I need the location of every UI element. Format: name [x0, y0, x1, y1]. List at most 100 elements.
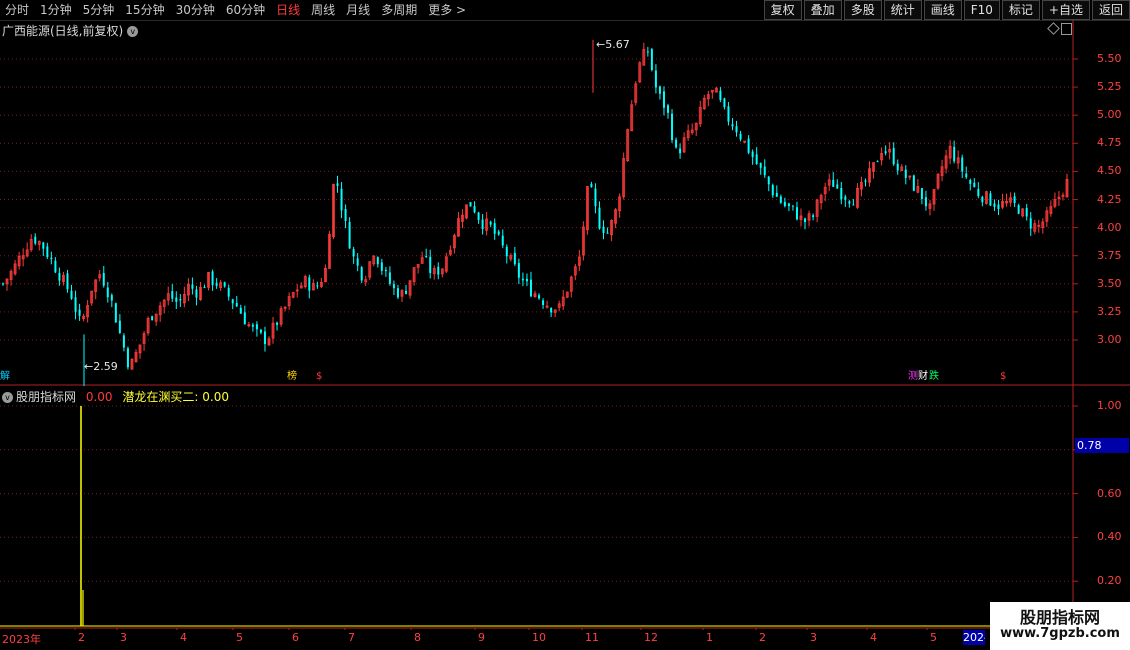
period-tab-9[interactable]: 多周期	[376, 0, 423, 20]
candle-body-down	[70, 290, 73, 299]
candle-body-down	[755, 154, 758, 164]
candle-body-down	[767, 176, 770, 185]
period-tab-7[interactable]: 周线	[306, 0, 341, 20]
candle-body-down	[973, 182, 976, 188]
candle-body-down	[771, 185, 774, 196]
period-tab-10[interactable]: 更多 >	[423, 0, 472, 20]
candle-body-down	[876, 161, 879, 163]
indicator-series2: 潜龙在渊买二: 0.00	[122, 390, 229, 404]
candle-body-down	[775, 192, 778, 197]
candle-body-down	[388, 272, 391, 284]
price-tick-label: 5.25	[1097, 80, 1122, 94]
tool-button-2[interactable]: 多股	[843, 0, 882, 20]
date-label: 2023年	[2, 633, 41, 646]
tool-button-7[interactable]: +自选	[1041, 0, 1090, 20]
candle-body-down	[529, 279, 532, 297]
candle-body-down	[852, 204, 855, 206]
tool-button-1[interactable]: 叠加	[803, 0, 842, 20]
date-label: 12	[644, 631, 658, 644]
date-label: 11	[585, 631, 599, 644]
toolbar: 分时 1分钟 5分钟 15分钟 30分钟 60分钟 日线 周线 月线 多周期 更多 > 复权 叠加 多股…	[0, 0, 1130, 21]
candle-body-down	[658, 86, 661, 94]
dropdown-circle-icon[interactable]: v	[127, 26, 139, 37]
candle-body-down	[2, 283, 4, 285]
main-chart-title[interactable]: 广西能源(日线,前复权) v	[2, 22, 139, 39]
candle-body-down	[550, 307, 553, 313]
event-marker[interactable]: 榜	[287, 371, 297, 382]
candle-body-down	[920, 188, 923, 199]
price-tick-label: 4.50	[1097, 164, 1122, 178]
period-tab-4[interactable]: 30分钟	[171, 0, 221, 20]
candle-body-down	[521, 278, 524, 281]
event-marker[interactable]: $	[316, 371, 322, 382]
candle-body-down	[517, 263, 520, 278]
tool-button-4[interactable]: 画线	[923, 0, 962, 20]
stock-title: 广西能源(日线,前复权)	[2, 24, 124, 38]
candle-body-down	[46, 246, 49, 258]
period-tab-6[interactable]: 日线	[271, 0, 306, 20]
candle-body-down	[151, 316, 154, 321]
candle-body-down	[175, 297, 178, 302]
candle-body-down	[239, 307, 242, 314]
event-marker[interactable]: 财	[918, 371, 928, 382]
candle-body-down	[376, 257, 379, 265]
candle-body-down	[787, 203, 790, 207]
price-tick-label: 5.50	[1097, 52, 1122, 65]
candle-body-down	[429, 256, 432, 273]
candle-body-down	[912, 175, 915, 191]
price-tick-label: 3.50	[1097, 276, 1122, 290]
candle-body-down	[727, 106, 730, 122]
candle-body-down	[969, 179, 972, 184]
period-tab-1[interactable]: 1分钟	[35, 0, 78, 20]
candle-body-down	[425, 256, 428, 258]
candle-body-down	[997, 204, 1000, 210]
candle-body-down	[965, 173, 968, 178]
candle-body-down	[122, 335, 125, 348]
candle-body-down	[977, 188, 980, 197]
indicator-dropdown-icon[interactable]: v	[2, 392, 13, 403]
watermark-url: www.7gpzb.com	[1000, 626, 1120, 641]
period-tab-3[interactable]: 15分钟	[120, 0, 170, 20]
candle-body-down	[50, 257, 53, 260]
indicator-tick-label: 0.40	[1097, 530, 1122, 544]
candle-body-down	[989, 193, 992, 206]
window-toggle-icon[interactable]	[1061, 23, 1072, 35]
candle-body-down	[74, 297, 77, 312]
event-marker[interactable]: 测	[908, 371, 918, 382]
tool-button-8[interactable]: 返回	[1091, 0, 1130, 20]
candle-body-down	[791, 205, 794, 207]
period-tab-5[interactable]: 60分钟	[221, 0, 271, 20]
candle-body-down	[380, 262, 383, 271]
candle-body-down	[662, 91, 665, 108]
candle-body-down	[352, 249, 355, 257]
event-marker[interactable]: 跌	[929, 371, 939, 382]
period-tab-2[interactable]: 5分钟	[78, 0, 121, 20]
date-label: 2	[78, 631, 85, 644]
candle-body-down	[501, 235, 504, 246]
candle-body-down	[42, 242, 45, 249]
candle-body-down	[34, 236, 37, 244]
candle-body-down	[1029, 218, 1032, 229]
candle-body-down	[276, 322, 279, 325]
price-tick-label: 4.00	[1097, 220, 1122, 234]
indicator-title[interactable]: v 股朋指标网 0.00 潜龙在渊买二: 0.00	[2, 388, 229, 405]
candle-body-down	[497, 231, 500, 235]
tool-button-5[interactable]: F10	[963, 0, 1000, 20]
candle-body-down	[78, 309, 81, 316]
candle-body-down	[356, 258, 359, 266]
tool-button-6[interactable]: 标记	[1001, 0, 1040, 20]
date-label: 8	[414, 631, 421, 644]
tool-button-3[interactable]: 统计	[883, 0, 922, 20]
candle-body-down	[396, 288, 399, 298]
candle-body-down	[739, 133, 742, 140]
event-marker[interactable]: 解	[0, 371, 10, 382]
indicator-value: 0.00	[85, 390, 113, 404]
tool-button-0[interactable]: 复权	[763, 0, 802, 20]
candle-body-down	[654, 70, 657, 88]
candle-body-down	[864, 180, 867, 182]
event-marker[interactable]: $	[1000, 371, 1006, 382]
chart-canvas[interactable]	[0, 20, 1130, 630]
period-tab-0[interactable]: 分时	[0, 0, 35, 20]
candle-body-down	[316, 285, 319, 287]
period-tab-8[interactable]: 月线	[341, 0, 376, 20]
